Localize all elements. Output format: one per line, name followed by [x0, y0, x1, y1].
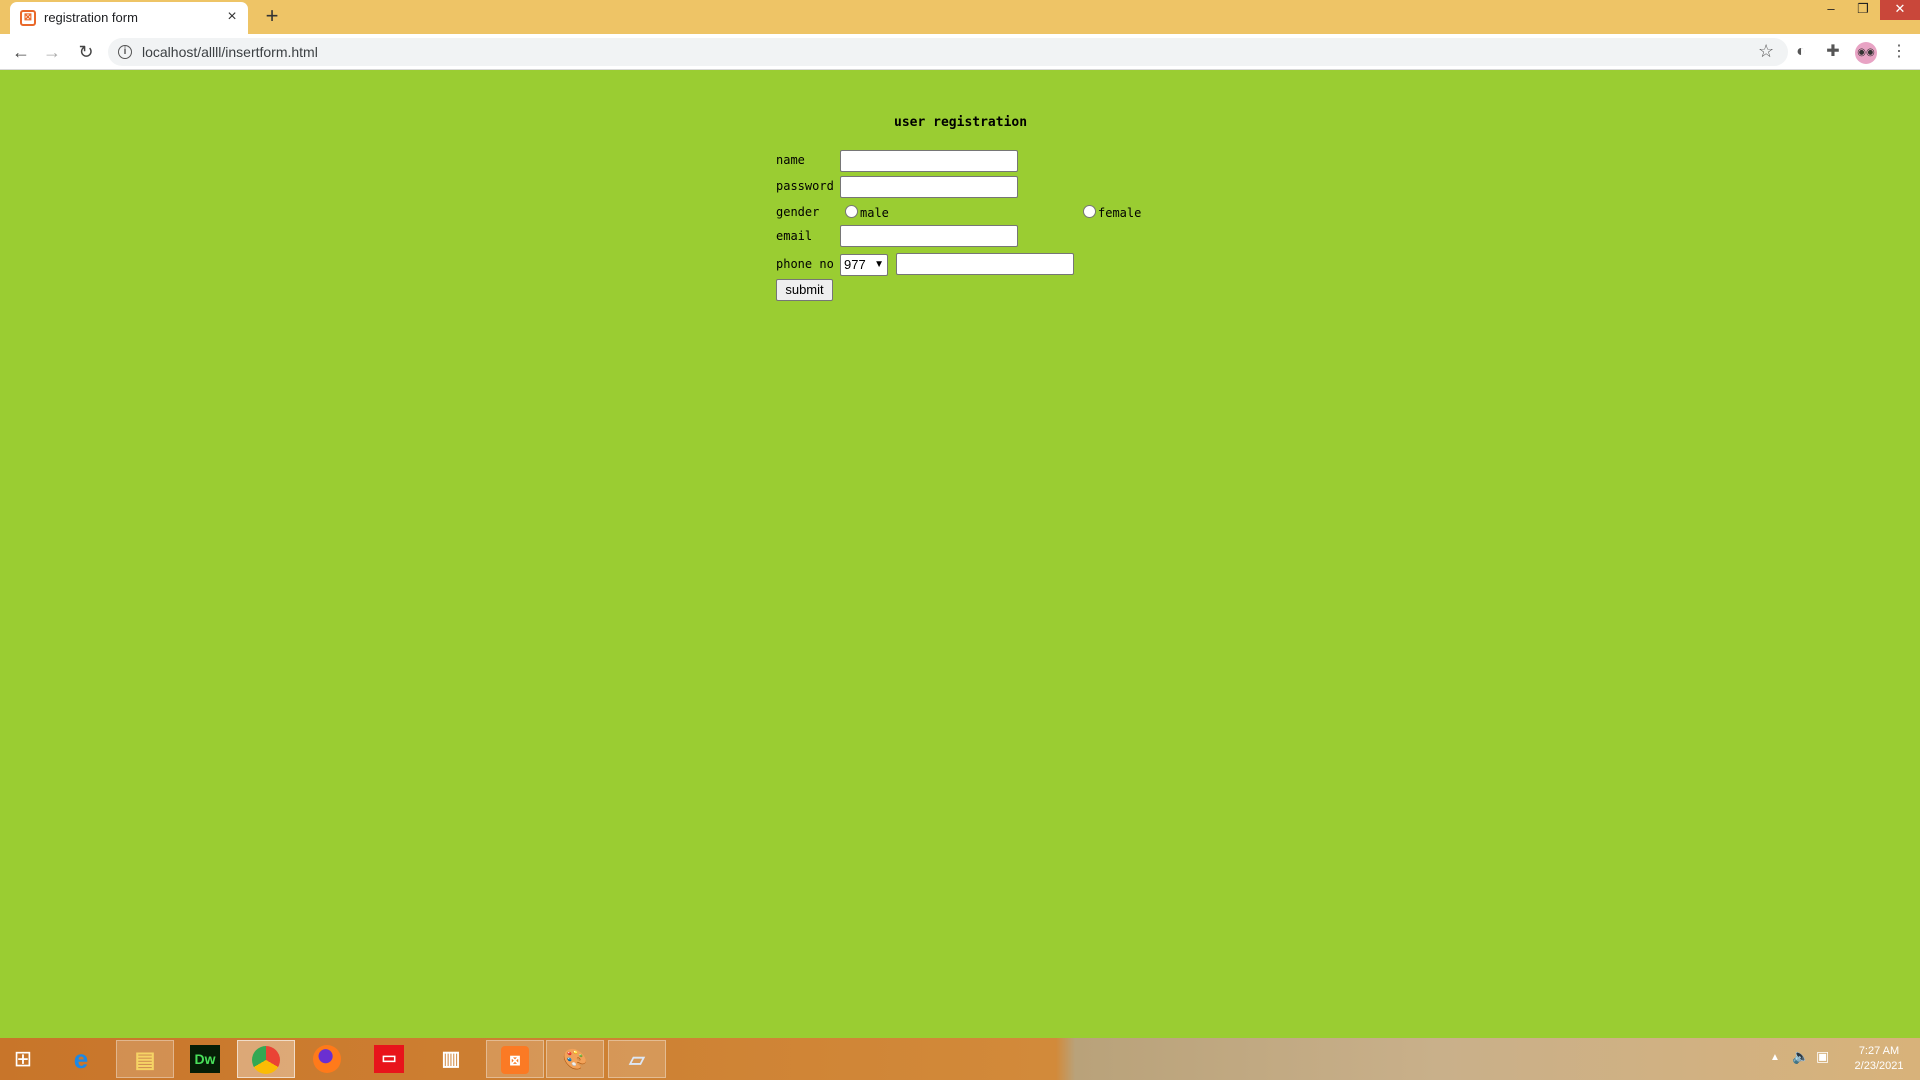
dreamweaver-icon[interactable]: Dw: [176, 1040, 234, 1078]
new-tab-button[interactable]: +: [260, 5, 284, 29]
gender-male-label: male: [860, 206, 889, 220]
name-input[interactable]: [840, 150, 1018, 172]
phone-label: phone no: [776, 257, 834, 271]
bookmark-star-icon[interactable]: ☆: [1758, 41, 1774, 62]
country-code-value: 977: [844, 257, 866, 272]
extension-icon[interactable]: ◐: [1790, 41, 1812, 63]
submit-button[interactable]: submit: [776, 279, 833, 301]
gender-female-radio[interactable]: [1083, 205, 1096, 218]
network-icon[interactable]: ▣: [1816, 1048, 1829, 1065]
firefox-icon[interactable]: [298, 1040, 356, 1078]
tray-chevron-up-icon[interactable]: ▲: [1770, 1052, 1780, 1063]
paint-icon[interactable]: 🎨: [546, 1040, 604, 1078]
browser-toolbar: ← → ↻ i localhost/allll/insertform.html …: [0, 34, 1920, 70]
phone-number-input[interactable]: [896, 253, 1074, 275]
windows-taskbar: ⊞ e ▤ Dw ▭ ▥ ⊠ 🎨 ▱ ▲ 🔈 ▣ 7:27 AM 2/23/20…: [0, 1038, 1920, 1080]
forward-arrow-icon[interactable]: →: [40, 40, 64, 64]
name-label: name: [776, 153, 805, 167]
clock-time: 7:27 AM: [1858, 1045, 1900, 1057]
window-restore-button[interactable]: ❐: [1848, 0, 1878, 20]
system-clock[interactable]: 7:27 AM 2/23/2021: [1846, 1044, 1912, 1074]
tab-registration-form[interactable]: ⊠ registration form ×: [10, 2, 248, 34]
address-bar[interactable]: i localhost/allll/insertform.html ☆: [108, 38, 1788, 66]
gender-female-label: female: [1098, 206, 1142, 220]
notepad-icon[interactable]: ▱: [608, 1040, 666, 1078]
gender-male-radio[interactable]: [845, 205, 858, 218]
browser-tab-strip: ⊠ registration form × + – ❐ ✕: [0, 0, 1920, 34]
form-title: user registration: [894, 115, 1028, 130]
url-text[interactable]: localhost/allll/insertform.html: [142, 44, 318, 60]
xampp-favicon-icon: ⊠: [20, 10, 36, 26]
window-minimize-button[interactable]: –: [1816, 0, 1846, 20]
chevron-down-icon: ▼: [874, 259, 884, 270]
reload-icon[interactable]: ↻: [74, 40, 98, 64]
chart-app-icon[interactable]: ▥: [422, 1040, 480, 1078]
windows-start-icon[interactable]: ⊞: [8, 1046, 38, 1072]
site-info-icon[interactable]: i: [118, 45, 132, 59]
puzzle-extensions-icon[interactable]: ✚: [1822, 41, 1844, 63]
country-code-select[interactable]: 977 ▼: [840, 254, 888, 276]
xampp-icon[interactable]: ⊠: [486, 1040, 544, 1078]
window-close-button[interactable]: ✕: [1880, 0, 1920, 20]
email-label: email: [776, 229, 813, 243]
internet-explorer-icon[interactable]: e: [52, 1040, 110, 1078]
profile-avatar[interactable]: ◉◉: [1855, 42, 1877, 64]
chrome-icon[interactable]: [237, 1040, 295, 1078]
browser-menu-icon[interactable]: ⋮: [1888, 41, 1910, 63]
dreamweaver-label: Dw: [190, 1045, 220, 1073]
clock-date: 2/23/2021: [1854, 1060, 1904, 1072]
password-input[interactable]: [840, 176, 1018, 198]
back-arrow-icon[interactable]: ←: [9, 40, 33, 64]
password-label: password: [776, 179, 834, 193]
email-input[interactable]: [840, 225, 1018, 247]
gender-label: gender: [776, 205, 820, 219]
tab-close-icon[interactable]: ×: [222, 7, 242, 27]
volume-icon[interactable]: 🔈: [1792, 1048, 1809, 1065]
file-explorer-icon[interactable]: ▤: [116, 1040, 174, 1078]
tab-title: registration form: [44, 10, 138, 25]
oracle-icon[interactable]: ▭: [360, 1040, 418, 1078]
